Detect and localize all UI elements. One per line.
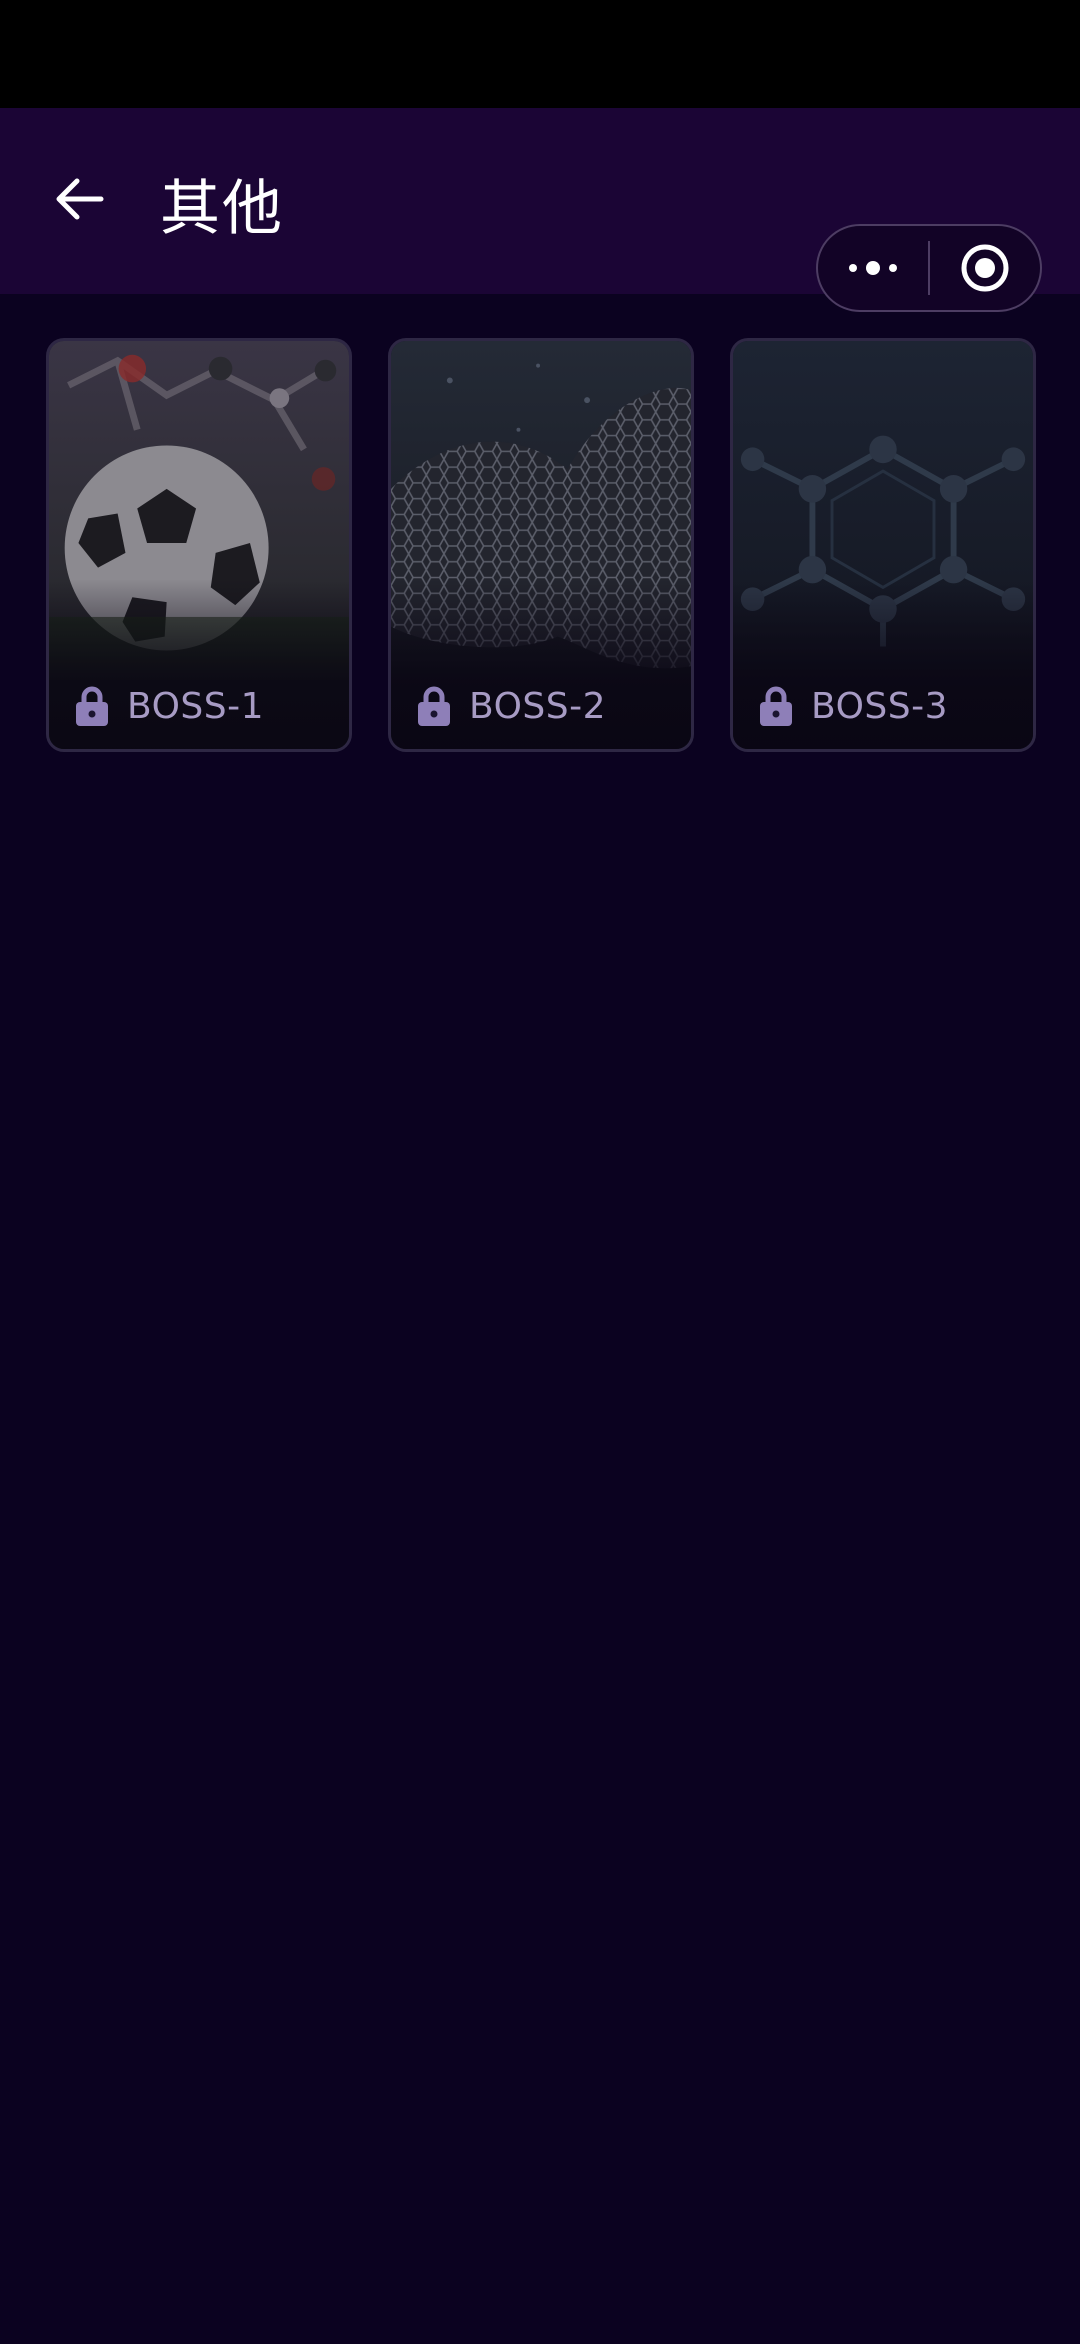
level-card-boss-1[interactable]: BOSS-1 [46, 338, 352, 752]
level-card-boss-2[interactable]: BOSS-2 [388, 338, 694, 752]
lock-icon [760, 686, 792, 726]
card-label-row: BOSS-3 [759, 685, 948, 727]
more-button[interactable] [818, 226, 928, 310]
level-card-boss-3[interactable]: BOSS-3 [730, 338, 1036, 752]
card-label-row: BOSS-2 [417, 685, 606, 727]
status-bar [0, 0, 1080, 108]
close-target-icon [961, 244, 1009, 292]
card-label: BOSS-1 [127, 685, 264, 727]
card-label: BOSS-3 [811, 685, 948, 727]
back-button[interactable] [48, 167, 112, 231]
card-label-row: BOSS-1 [75, 685, 264, 727]
mini-program-capsule [816, 224, 1042, 312]
more-dots-icon [849, 261, 897, 275]
close-button[interactable] [930, 226, 1040, 310]
lock-icon [76, 686, 108, 726]
card-label: BOSS-2 [469, 685, 606, 727]
lock-icon [418, 686, 450, 726]
back-arrow-icon [56, 178, 104, 220]
page-title: 其他 [160, 174, 284, 244]
